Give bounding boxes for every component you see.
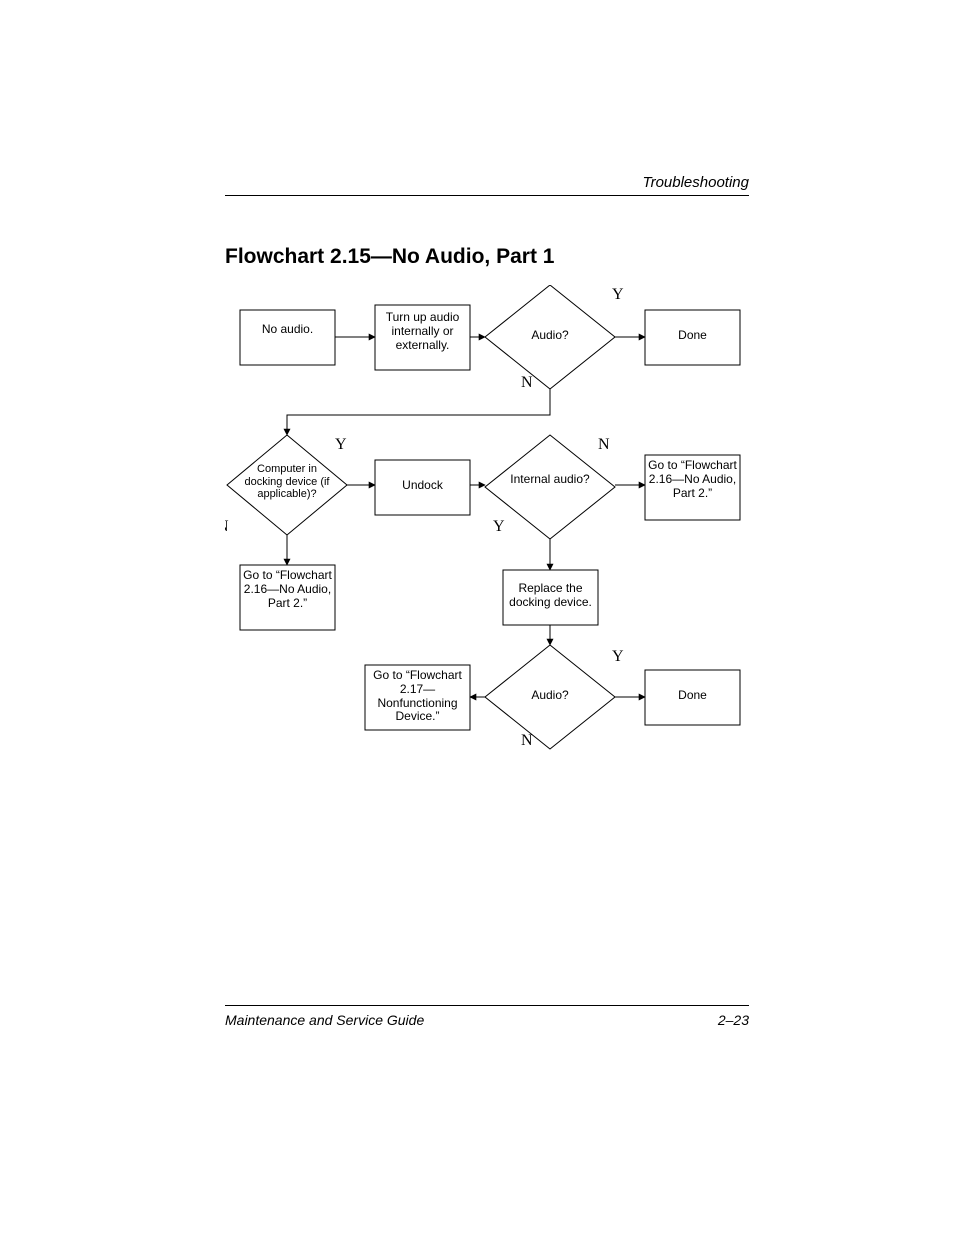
node-undock: Undock [375, 479, 470, 493]
section-header: Troubleshooting [643, 174, 749, 191]
label-y4: Y [612, 648, 624, 665]
header-rule [225, 195, 749, 196]
label-y3: Y [493, 518, 505, 535]
node-dock: Computer in docking device (if applicabl… [237, 463, 337, 501]
node-audio2: Audio? [510, 689, 590, 703]
flowchart: No audio. Turn up audio internally or ex… [225, 285, 749, 755]
label-n3: N [598, 436, 610, 453]
page: Troubleshooting Flowchart 2.15—No Audio,… [0, 0, 954, 1235]
footer-left: Maintenance and Service Guide [225, 1012, 424, 1028]
node-goto216a[interactable]: Go to “Flowchart 2.16—No Audio, Part 2.” [645, 459, 740, 500]
label-n4: N [521, 732, 533, 749]
node-audio1: Audio? [510, 329, 590, 343]
label-n2: N [225, 518, 229, 535]
node-no-audio: No audio. [240, 323, 335, 337]
footer-rule [225, 1005, 749, 1006]
node-goto217[interactable]: Go to “Flowchart 2.17—Nonfunctioning Dev… [365, 669, 470, 724]
node-replace: Replace the docking device. [503, 582, 598, 610]
node-intaudio: Internal audio? [510, 473, 590, 487]
node-done1: Done [645, 329, 740, 343]
page-title: Flowchart 2.15—No Audio, Part 1 [225, 245, 554, 269]
label-y2: Y [335, 436, 347, 453]
label-n1: N [521, 374, 533, 391]
footer-right: 2–23 [718, 1012, 749, 1028]
node-goto216b[interactable]: Go to “Flowchart 2.16—No Audio, Part 2.” [240, 569, 335, 610]
node-turn-up: Turn up audio internally or externally. [375, 311, 470, 352]
node-done2: Done [645, 689, 740, 703]
label-y1: Y [612, 286, 624, 303]
